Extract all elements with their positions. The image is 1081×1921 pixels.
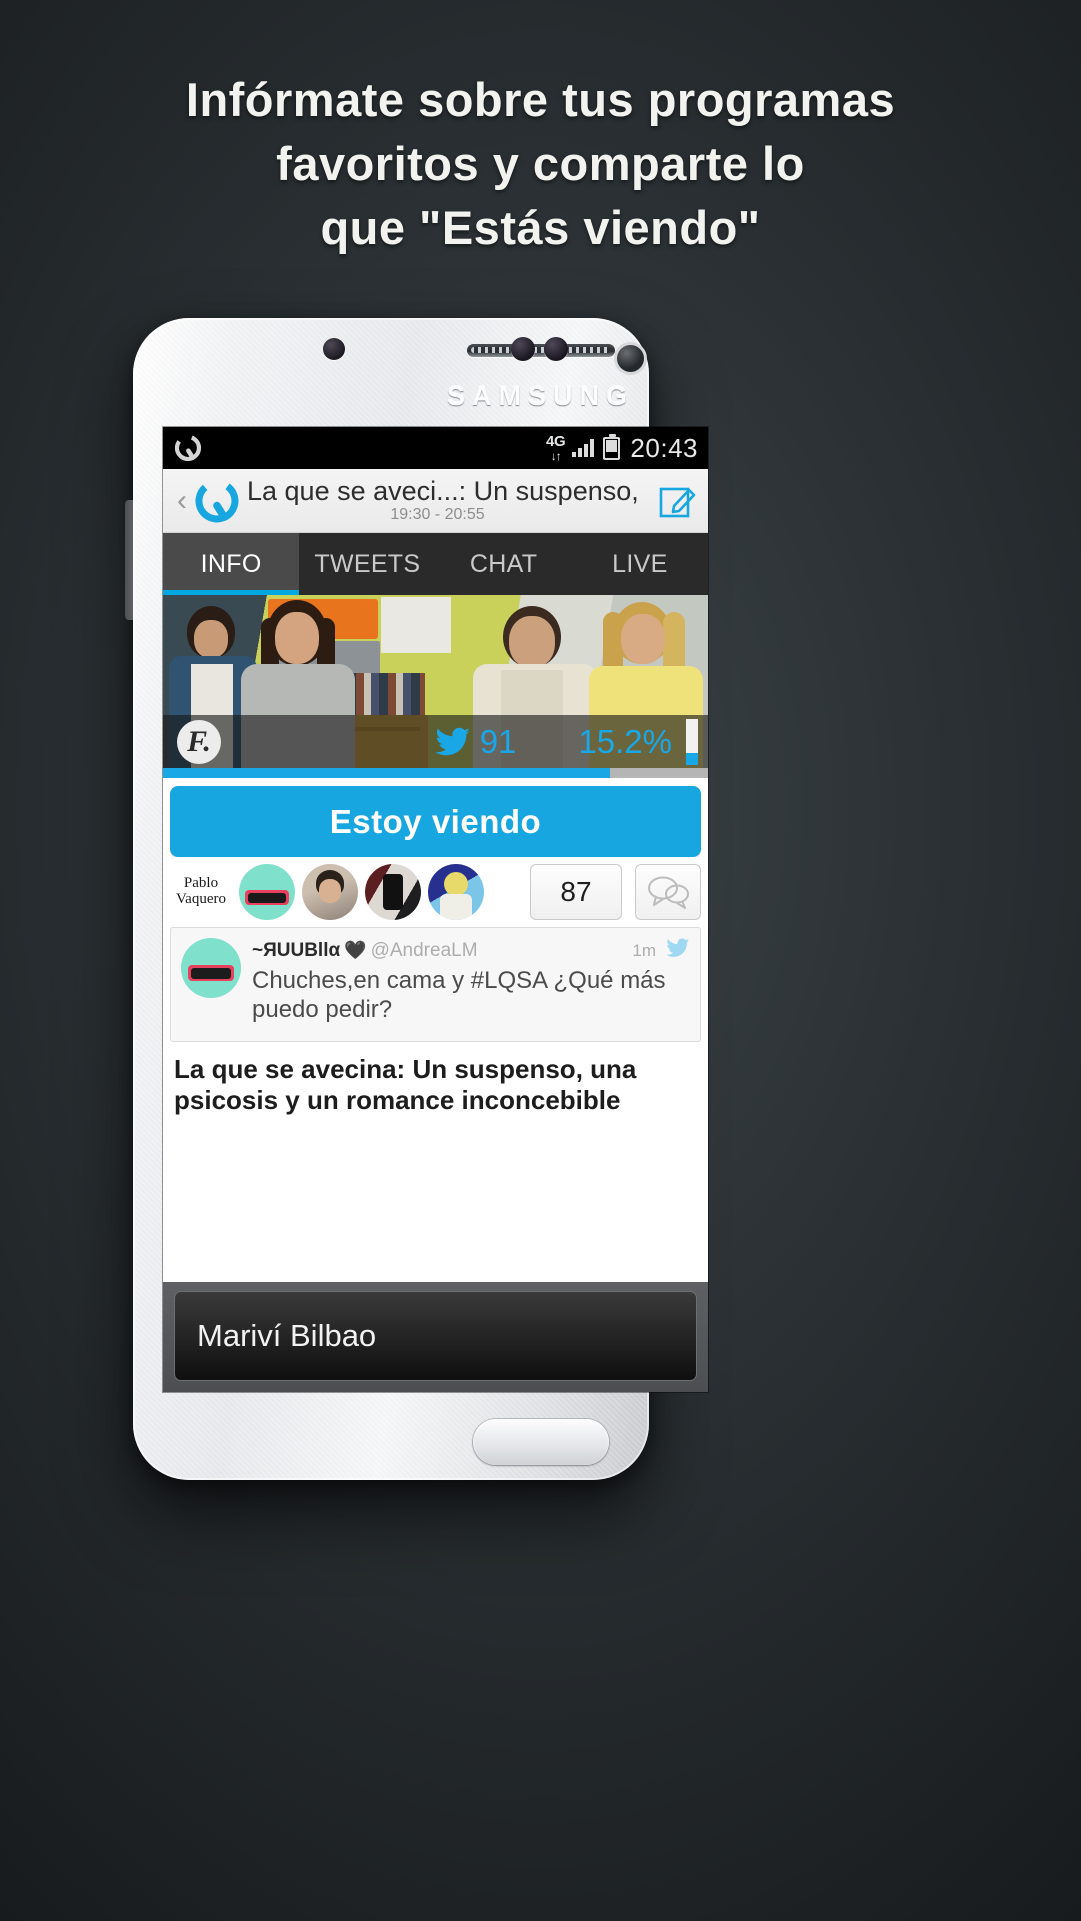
- avatar[interactable]: [239, 864, 295, 920]
- tweet-timestamp: 1m: [632, 940, 656, 960]
- tab-bar: INFO TWEETS CHAT LIVE: [163, 533, 708, 595]
- app-header: ‹ La que se aveci...: Un suspenso, 19:30…: [163, 469, 708, 533]
- tweet-author-handle: @AndreaLM: [370, 939, 478, 961]
- estoy-viendo-button[interactable]: Estoy viendo: [170, 786, 701, 857]
- avatar[interactable]: [302, 864, 358, 920]
- promo-headline: Infórmate sobre tus programas favoritos …: [0, 68, 1081, 260]
- proximity-sensor-icon: [511, 337, 535, 361]
- program-schedule: 19:30 - 20:55: [390, 506, 485, 524]
- cta-container: Estoy viendo: [163, 778, 708, 857]
- network-type-indicator: 4G ↓↑: [546, 433, 566, 463]
- article-title[interactable]: La que se avecina: Un suspenso, una psic…: [163, 1041, 708, 1117]
- q-logo-icon: [195, 479, 239, 523]
- tab-live[interactable]: LIVE: [572, 533, 708, 595]
- cast-name-field[interactable]: Mariví Bilbao: [174, 1291, 697, 1381]
- program-progress-bar: [163, 768, 708, 778]
- back-chevron-icon[interactable]: ‹: [171, 485, 193, 516]
- battery-icon: [603, 433, 621, 460]
- watchers-count-badge[interactable]: 87: [530, 864, 622, 920]
- program-progress-fill: [163, 768, 610, 778]
- phone-screen: 4G ↓↑ 20:43 ‹ La que se aveci...: Un sus…: [163, 427, 708, 1392]
- heart-icon: 🖤: [344, 940, 367, 960]
- headline-line-1: Infórmate sobre tus programas: [185, 73, 896, 126]
- tweet-author-name: ~ЯUUВllα: [252, 939, 341, 961]
- earpiece-speaker: [466, 344, 615, 357]
- data-transfer-icon: ↓↑: [550, 449, 562, 463]
- avatar-text-line-1: Pablo: [183, 875, 219, 892]
- watchers-row: Pablo Vaquero 87: [163, 857, 708, 925]
- headline-line-3: que "Estás viendo": [320, 201, 761, 254]
- headline-line-2: favoritos y comparte lo: [276, 137, 805, 190]
- hero-stats-overlay: F. 91 15.2%: [163, 715, 708, 768]
- channel-logo-icon: F.: [177, 719, 221, 764]
- tab-tweets[interactable]: TWEETS: [299, 533, 435, 595]
- tweet-count-value: 91: [479, 722, 517, 760]
- tweet-count-stat: 91: [435, 722, 517, 761]
- tab-chat[interactable]: CHAT: [436, 533, 572, 595]
- header-title-block: La que se aveci...: Un suspenso, 19:30 -…: [247, 477, 658, 524]
- q-logo-icon: [175, 435, 201, 461]
- signal-bars-icon: [572, 439, 595, 457]
- tweet-card[interactable]: ~ЯUUВllα 🖤 @AndreaLM 1m Chuches,en cama …: [170, 927, 701, 1042]
- share-level-indicator: [686, 718, 698, 765]
- device-brand-label: SAMSUNG: [446, 381, 634, 411]
- avatar-text[interactable]: Pablo Vaquero: [170, 864, 232, 920]
- bottom-overlay: Mariví Bilbao: [163, 1282, 708, 1392]
- twitter-bird-icon: [666, 938, 690, 963]
- front-camera-icon: [323, 338, 345, 360]
- program-hero-image[interactable]: F. 91 15.2%: [163, 595, 708, 778]
- tweet-author-avatar[interactable]: [181, 938, 241, 998]
- compose-icon[interactable]: [658, 482, 696, 520]
- tweet-body: ~ЯUUВllα 🖤 @AndreaLM 1m Chuches,en cama …: [252, 938, 690, 1025]
- program-title: La que se aveci...: Un suspenso,: [247, 476, 639, 506]
- speech-bubbles-icon[interactable]: [635, 864, 701, 920]
- audience-share-value: 15.2%: [578, 722, 672, 760]
- tweet-text: Chuches,en cama y #LQSA ¿Qué más puedo p…: [252, 967, 666, 1024]
- tweet-meta-row: ~ЯUUВllα 🖤 @AndreaLM 1m: [252, 938, 690, 963]
- avatar[interactable]: [428, 864, 484, 920]
- status-bar: 4G ↓↑ 20:43: [163, 427, 708, 469]
- network-type-label: 4G: [546, 433, 566, 450]
- tab-info[interactable]: INFO: [163, 533, 300, 595]
- home-button[interactable]: [472, 1419, 609, 1465]
- status-bar-clock: 20:43: [630, 432, 698, 463]
- secondary-camera-icon: [617, 345, 644, 372]
- twitter-bird-icon: [435, 727, 471, 757]
- avatar-text-line-2: Vaquero: [176, 891, 226, 907]
- light-sensor-icon: [544, 337, 568, 361]
- avatar[interactable]: [365, 864, 421, 920]
